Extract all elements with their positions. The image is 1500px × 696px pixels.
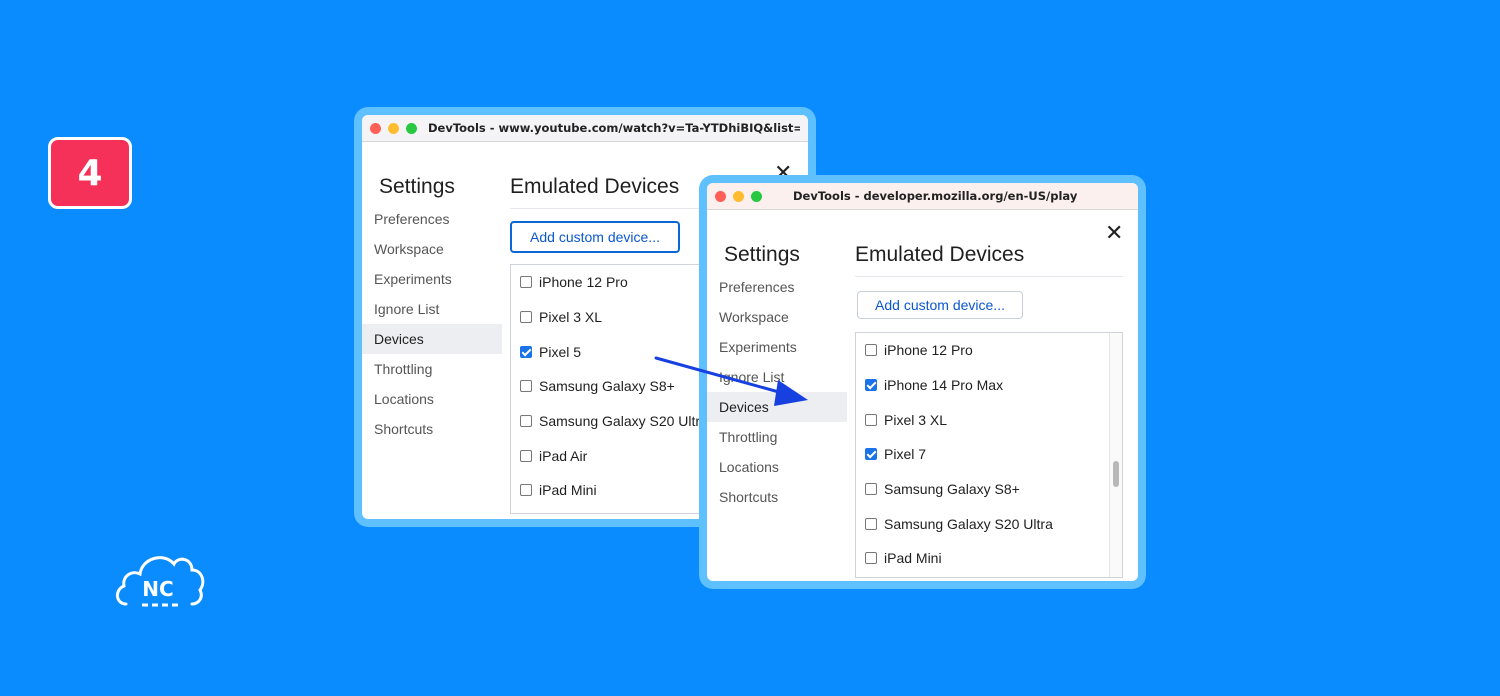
device-name: Samsung Galaxy S20 Ultra <box>884 515 1053 532</box>
sidebar-item-workspace[interactable]: Workspace <box>362 234 502 264</box>
sidebar-item-locations[interactable]: Locations <box>707 452 847 482</box>
window-1-title: DevTools - www.youtube.com/watch?v=Ta-YT… <box>428 121 800 135</box>
settings-heading: Settings <box>724 243 800 266</box>
sidebar-item-experiments[interactable]: Experiments <box>362 264 502 294</box>
checkbox-checked[interactable] <box>520 345 532 358</box>
close-window-icon[interactable] <box>715 190 726 202</box>
device-list: iPhone 12 Pro iPhone 14 Pro Max Pixel 3 … <box>855 332 1123 578</box>
checkbox[interactable] <box>865 517 877 530</box>
sidebar-item-shortcuts[interactable]: Shortcuts <box>362 414 502 444</box>
device-row[interactable]: Pixel 3 XL <box>856 402 1122 437</box>
device-row[interactable]: iPad Mini <box>856 541 1122 576</box>
checkbox[interactable] <box>865 483 877 496</box>
checkbox[interactable] <box>520 311 532 324</box>
close-icon[interactable]: ✕ <box>1105 223 1123 245</box>
close-window-icon[interactable] <box>370 122 381 134</box>
device-row[interactable]: iPhone 12 Pro <box>856 333 1122 368</box>
checkbox[interactable] <box>520 380 532 393</box>
device-row[interactable]: Samsung Galaxy S20 Ultra <box>856 506 1122 541</box>
zoom-window-icon[interactable] <box>406 122 417 134</box>
minimize-window-icon[interactable] <box>388 122 399 134</box>
scrollbar[interactable] <box>1109 333 1122 577</box>
device-name: Pixel 5 <box>539 343 582 360</box>
checkbox[interactable] <box>520 415 532 428</box>
window-2-titlebar[interactable]: DevTools - developer.mozilla.org/en-US/p… <box>707 183 1138 210</box>
checkbox[interactable] <box>520 449 532 462</box>
device-row[interactable]: iPhone 14 Pro Max <box>856 368 1122 403</box>
logo-text: NC <box>142 577 173 601</box>
checkbox[interactable] <box>865 552 877 565</box>
device-name: Pixel 3 XL <box>884 411 948 428</box>
device-name: Pixel 7 <box>884 446 927 463</box>
device-row[interactable]: Pixel 7 <box>856 437 1122 472</box>
step-number-badge: 4 <box>48 137 132 209</box>
device-name: Samsung Galaxy S8+ <box>884 481 1020 498</box>
checkbox[interactable] <box>865 344 877 357</box>
checkbox-checked[interactable] <box>865 379 877 392</box>
add-custom-device-button[interactable]: Add custom device... <box>857 291 1023 319</box>
sidebar-item-throttling[interactable]: Throttling <box>707 422 847 452</box>
device-name: iPad Mini <box>539 482 597 499</box>
device-name: iPad Mini <box>884 550 942 567</box>
cloud-logo-icon: NC <box>116 556 205 607</box>
add-custom-device-button[interactable]: Add custom device... <box>510 221 680 253</box>
sidebar-item-preferences[interactable]: Preferences <box>707 272 847 302</box>
device-name: Pixel 3 XL <box>539 309 603 326</box>
panel-title: Emulated Devices <box>855 243 1025 266</box>
settings-nav: Preferences Workspace Experiments Ignore… <box>362 204 502 444</box>
window-1-titlebar[interactable]: DevTools - www.youtube.com/watch?v=Ta-YT… <box>362 115 808 142</box>
panel-divider <box>855 276 1123 277</box>
settings-heading: Settings <box>379 175 455 198</box>
scrollbar-thumb[interactable] <box>1113 461 1119 487</box>
sidebar-item-workspace[interactable]: Workspace <box>707 302 847 332</box>
device-row[interactable]: Samsung Galaxy S8+ <box>856 472 1122 507</box>
checkbox[interactable] <box>865 413 877 426</box>
zoom-window-icon[interactable] <box>751 190 762 202</box>
sidebar-item-devices[interactable]: Devices <box>362 324 502 354</box>
checkbox-checked[interactable] <box>865 448 877 461</box>
device-name: iPhone 12 Pro <box>539 274 628 291</box>
pointer-arrow-icon <box>654 356 808 406</box>
sidebar-item-ignore-list[interactable]: Ignore List <box>362 294 502 324</box>
device-name: iPhone 14 Pro Max <box>884 377 1004 394</box>
device-name: iPad Air <box>539 447 588 464</box>
panel-title: Emulated Devices <box>510 175 680 198</box>
sidebar-item-shortcuts[interactable]: Shortcuts <box>707 482 847 512</box>
minimize-window-icon[interactable] <box>733 190 744 202</box>
checkbox[interactable] <box>520 484 532 497</box>
sidebar-item-throttling[interactable]: Throttling <box>362 354 502 384</box>
checkbox[interactable] <box>520 276 532 289</box>
device-name: Samsung Galaxy S20 Ultra <box>539 413 708 430</box>
sidebar-item-locations[interactable]: Locations <box>362 384 502 414</box>
sidebar-item-preferences[interactable]: Preferences <box>362 204 502 234</box>
device-name: iPhone 12 Pro <box>884 342 973 359</box>
window-2-title: DevTools - developer.mozilla.org/en-US/p… <box>793 189 1078 203</box>
